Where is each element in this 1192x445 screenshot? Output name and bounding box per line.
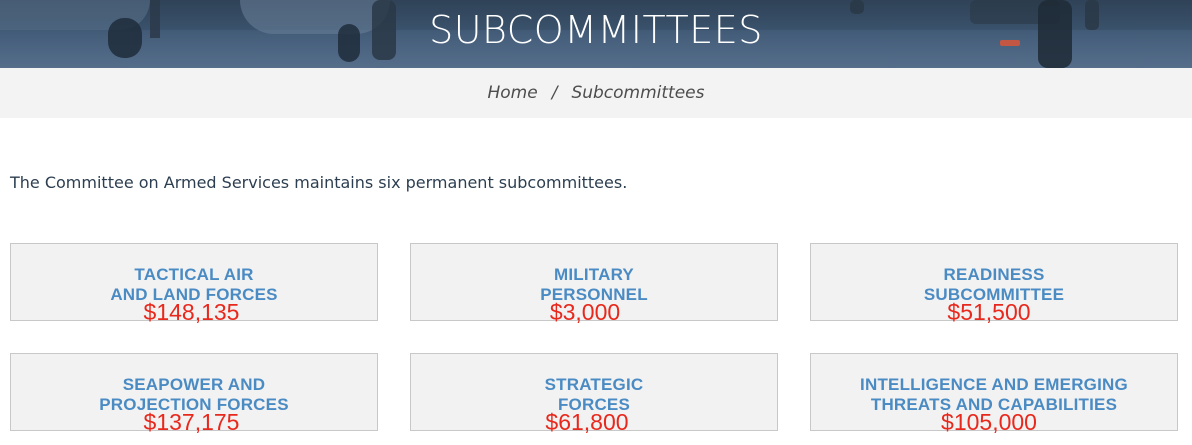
hero-banner: SUBCOMMITTEES: [0, 0, 1192, 68]
subcommittee-name-line1: STRATEGIC: [544, 375, 644, 394]
subcommittee-amount: $51,500: [947, 299, 1031, 325]
breadcrumb: Home / Subcommittees: [0, 68, 1192, 118]
subcommittee-name-line1: TACTICAL AIR: [134, 265, 254, 284]
page-title: SUBCOMMITTEES: [429, 8, 763, 52]
subcommittee-card-seapower-projection-forces[interactable]: SEAPOWER AND PROJECTION FORCES $137,175: [10, 353, 378, 435]
subcommittee-name-line1: READINESS: [943, 265, 1045, 284]
subcommittee-card-tactical-air-land-forces[interactable]: TACTICAL AIR AND LAND FORCES $148,135: [10, 243, 378, 325]
subcommittee-card-strategic-forces[interactable]: STRATEGIC FORCES $61,800: [410, 353, 778, 435]
subcommittee-card-readiness[interactable]: READINESS SUBCOMMITTEE $51,500: [810, 243, 1178, 325]
subcommittee-amount: $137,175: [143, 409, 240, 435]
subcommittee-amount: $61,800: [545, 409, 629, 435]
subcommittee-name-line1: SEAPOWER AND: [122, 375, 266, 394]
subcommittee-name-line1: INTELLIGENCE AND EMERGING: [860, 375, 1128, 394]
breadcrumb-separator: /: [551, 83, 558, 103]
subcommittee-name-line1: MILITARY: [554, 265, 634, 284]
breadcrumb-home-link[interactable]: Home: [488, 83, 538, 103]
subcommittee-card-intelligence-emerging-threats[interactable]: INTELLIGENCE AND EMERGING THREATS AND CA…: [810, 353, 1178, 435]
breadcrumb-current: Subcommittees: [571, 83, 705, 103]
subcommittee-amount: $105,000: [941, 409, 1037, 435]
subcommittee-amount: $148,135: [143, 299, 240, 325]
intro-text: The Committee on Armed Services maintain…: [10, 173, 628, 192]
subcommittee-amount: $3,000: [549, 299, 621, 325]
subcommittee-card-military-personnel[interactable]: MILITARY PERSONNEL $3,000: [410, 243, 778, 325]
